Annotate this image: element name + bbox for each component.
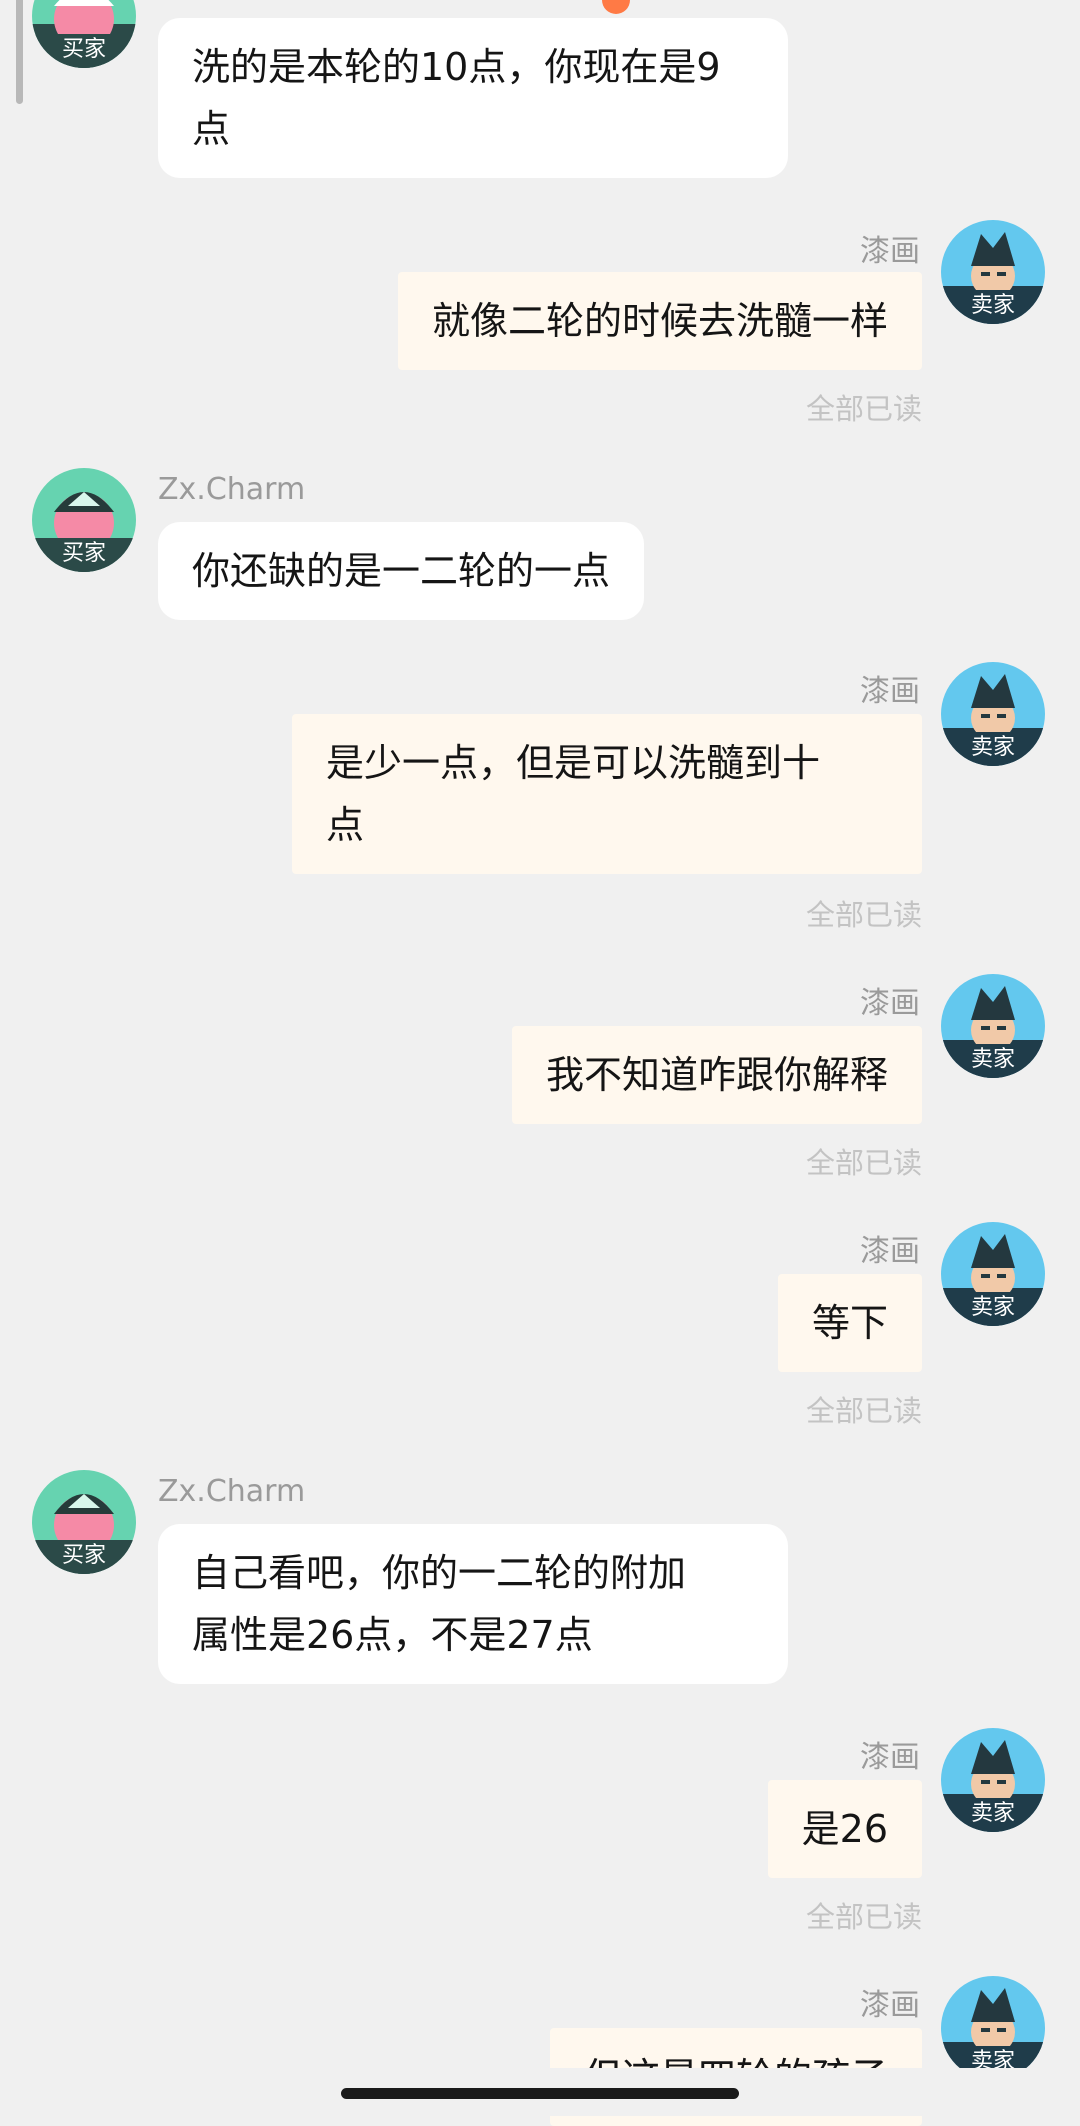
buyer-badge: 买家 <box>32 1540 136 1574</box>
seller-badge: 卖家 <box>941 732 1045 766</box>
buyer-avatar[interactable]: 买家 <box>32 1470 136 1574</box>
sender-name: 漆画 <box>860 1234 920 1269</box>
seller-badge: 卖家 <box>941 1044 1045 1078</box>
unread-dot-indicator <box>602 0 630 14</box>
sender-name: 漆画 <box>860 234 920 269</box>
seller-avatar[interactable]: 卖家 <box>941 1728 1045 1832</box>
sender-name: Zx.Charm <box>158 472 306 507</box>
buyer-avatar[interactable]: 买家 <box>32 0 136 68</box>
seller-badge: 卖家 <box>941 1798 1045 1832</box>
seller-avatar[interactable]: 卖家 <box>941 974 1045 1078</box>
seller-avatar[interactable]: 卖家 <box>941 662 1045 766</box>
home-indicator[interactable] <box>341 2088 739 2099</box>
read-status: 全部已读 <box>805 1146 922 1180</box>
seller-badge: 卖家 <box>941 1292 1045 1326</box>
buyer-badge: 买家 <box>32 34 136 68</box>
seller-badge: 卖家 <box>941 290 1045 324</box>
sender-name: 漆画 <box>860 1740 920 1775</box>
buyer-badge: 买家 <box>32 538 136 572</box>
sender-name: Zx.Charm <box>158 1474 306 1509</box>
message-bubble[interactable]: 是少一点，但是可以洗髓到十 点 <box>292 714 922 874</box>
read-status: 全部已读 <box>805 1900 922 1934</box>
message-bubble[interactable]: 就像二轮的时候去洗髓一样 <box>397 272 922 370</box>
read-status: 全部已读 <box>805 392 922 426</box>
seller-avatar[interactable]: 卖家 <box>941 1976 1045 2080</box>
message-bubble[interactable]: 是26 <box>767 1780 922 1878</box>
read-status: 全部已读 <box>805 1394 922 1428</box>
scrollbar[interactable] <box>16 0 23 104</box>
message-bubble[interactable]: 等下 <box>777 1274 922 1372</box>
sender-name: 漆画 <box>860 1988 920 2023</box>
sender-name: 漆画 <box>860 986 920 1021</box>
message-bubble[interactable]: 你还缺的是一二轮的一点 <box>158 522 645 620</box>
buyer-avatar[interactable]: 买家 <box>32 468 136 572</box>
sender-name: 漆画 <box>860 674 920 709</box>
seller-avatar[interactable]: 卖家 <box>941 1222 1045 1326</box>
message-bubble[interactable]: 自己看吧，你的一二轮的附加 属性是26点，不是27点 <box>158 1524 788 1684</box>
message-bubble[interactable]: 洗的是本轮的10点，你现在是9 点 <box>158 18 788 178</box>
seller-avatar[interactable]: 卖家 <box>941 220 1045 324</box>
read-status: 全部已读 <box>805 898 922 932</box>
message-bubble[interactable]: 我不知道咋跟你解释 <box>511 1026 922 1124</box>
